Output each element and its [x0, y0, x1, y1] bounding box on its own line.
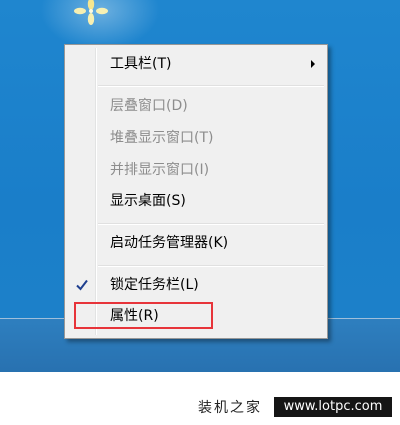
properties-highlight-box [74, 302, 213, 329]
menu-item-cascade-windows[interactable]: 层叠窗口(D) [67, 95, 325, 117]
menu-item-task-manager[interactable]: 启动任务管理器(K) [67, 232, 325, 254]
watermark-url: www.lotpc.com [274, 397, 392, 417]
menu-separator [98, 85, 324, 87]
menu-item-label: 锁定任务栏(L) [110, 277, 199, 293]
menu-separator [98, 265, 324, 267]
menu-item-label: 显示桌面(S) [110, 193, 186, 209]
submenu-arrow-icon [311, 60, 315, 68]
menu-item-show-desktop[interactable]: 显示桌面(S) [67, 190, 325, 212]
menu-item-label: 层叠窗口(D) [110, 98, 188, 114]
menu-item-toolbars[interactable]: 工具栏(T) [67, 53, 325, 75]
menu-separator [98, 223, 324, 225]
menu-item-side-by-side-windows[interactable]: 并排显示窗口(I) [67, 159, 325, 181]
menu-item-label: 堆叠显示窗口(T) [110, 130, 214, 146]
watermark-site-name: 装机之家 [198, 400, 262, 416]
menu-item-lock-taskbar[interactable]: 锁定任务栏(L) [67, 274, 325, 296]
taskbar-context-menu: 工具栏(T) 层叠窗口(D) 堆叠显示窗口(T) 并排显示窗口(I) 显示桌面(… [64, 44, 328, 339]
menu-item-label: 工具栏(T) [110, 56, 172, 72]
menu-item-label: 并排显示窗口(I) [110, 162, 210, 178]
menu-item-label: 启动任务管理器(K) [110, 235, 229, 251]
menu-item-stack-windows[interactable]: 堆叠显示窗口(T) [67, 127, 325, 149]
checkmark-icon [73, 274, 91, 296]
windows-flower-icon [74, 0, 108, 25]
